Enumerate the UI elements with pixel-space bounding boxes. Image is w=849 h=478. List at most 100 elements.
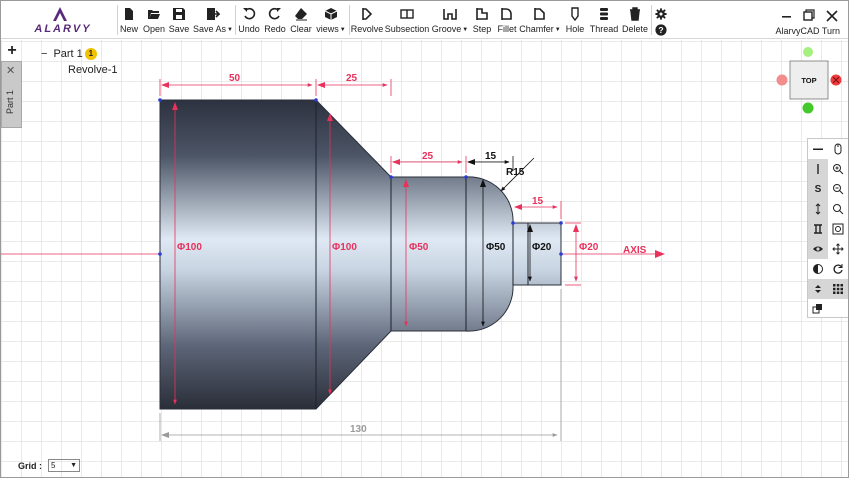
restore-icon[interactable]	[803, 9, 815, 21]
fillet-icon	[501, 8, 512, 20]
save-as-button[interactable]: Save As▼	[193, 5, 233, 37]
dim-length-25-mid-text: 25	[422, 151, 434, 162]
dim-dia-20-a-text: Φ20	[532, 242, 552, 253]
dim-radius-text: R15	[506, 167, 525, 178]
step-icon	[476, 8, 488, 20]
eye-icon	[813, 246, 823, 252]
s-icon: S	[814, 183, 822, 195]
rotate-button[interactable]	[828, 259, 848, 279]
drawing-canvas[interactable]: AXIS 50 25 25 15 R15 15 130 Φ100 Φ100 Φ5…	[1, 40, 849, 478]
undo-button[interactable]: Undo	[238, 5, 260, 37]
window-controls	[782, 9, 838, 22]
i-beam-icon	[814, 224, 822, 234]
zoom-window-icon	[833, 204, 844, 215]
svg-text:?: ?	[658, 25, 663, 35]
zoom-out-icon	[833, 184, 844, 195]
main-toolbar: ALARVY New Open Save Save As▼ Undo Redo	[1, 1, 848, 39]
gear-icon[interactable]	[655, 8, 667, 20]
zoom-fit-button[interactable]	[828, 219, 848, 239]
feature-tree: − Part 1 1 Revolve-1	[41, 48, 118, 76]
svg-text:ALARVY: ALARVY	[33, 23, 91, 35]
view-tools-panel: S	[807, 138, 848, 319]
save-icon	[173, 8, 185, 20]
save-as-icon	[207, 8, 220, 20]
groove-button[interactable]: Groove▼	[432, 5, 468, 37]
line-tool-button[interactable]	[808, 159, 828, 179]
tree-root-label: Part 1	[53, 48, 83, 60]
rotate-icon	[833, 264, 843, 274]
redo-button[interactable]: Redo	[264, 5, 286, 37]
updown-button[interactable]	[808, 279, 828, 299]
s-tool-button[interactable]: S	[808, 179, 828, 199]
views-button[interactable]: views▼	[316, 5, 346, 37]
view-left-button[interactable]	[776, 74, 788, 86]
grid-label: Grid :	[18, 460, 42, 471]
pipe-icon	[817, 164, 819, 174]
groove-icon	[443, 9, 457, 20]
thread-icon	[600, 8, 608, 20]
view-cube[interactable]: TOP	[776, 43, 846, 119]
view-down-button[interactable]	[802, 102, 814, 114]
view-up-button[interactable]	[803, 47, 813, 57]
close-icon[interactable]	[826, 10, 838, 22]
zoom-in-button[interactable]	[828, 159, 848, 179]
visibility-button[interactable]	[808, 239, 828, 259]
chevron-down-icon: ▼	[70, 462, 77, 469]
dim-dia-20-b-text: Φ20	[579, 242, 599, 253]
save-button[interactable]: Save	[169, 5, 189, 37]
grid-size-select[interactable]: 5 ▼	[48, 459, 80, 472]
grid-toggle-button[interactable]	[828, 279, 848, 299]
view-cube-label: TOP	[801, 76, 816, 85]
clear-button[interactable]: Clear	[290, 5, 312, 37]
dim-length-15-fillet-text: 15	[485, 151, 497, 162]
chamfer-icon	[534, 8, 545, 20]
step-button[interactable]: Step	[472, 5, 492, 37]
mouse-icon	[834, 143, 842, 155]
feature-count-badge: 1	[84, 48, 97, 60]
collapse-panel-button[interactable]	[808, 139, 828, 159]
zoom-window-button[interactable]	[828, 199, 848, 219]
new-file-icon	[125, 8, 133, 20]
add-tab-button[interactable]: +	[3, 42, 21, 60]
contrast-icon	[813, 264, 823, 274]
revolve-icon	[362, 8, 373, 20]
hole-button[interactable]: Hole	[565, 5, 585, 37]
updown-icon	[815, 285, 821, 293]
app-window: AXIS 50 25 25 15 R15 15 130 Φ100 Φ100 Φ5…	[0, 0, 849, 478]
app-title: AlarvyCAD Turn	[775, 26, 840, 36]
ibeam-tool-button[interactable]	[808, 219, 828, 239]
dim-length-overall-text: 130	[350, 424, 367, 435]
fillet-button[interactable]: Fillet	[497, 5, 517, 37]
help-icon[interactable]: ?	[655, 24, 667, 36]
chamfer-button[interactable]: Chamfer▼	[519, 5, 561, 37]
tree-root-item[interactable]: − Part 1 1	[41, 48, 118, 60]
new-button[interactable]: New	[120, 5, 138, 37]
dim-dia-100-b-text: Φ100	[332, 242, 357, 253]
grid-icon	[833, 284, 843, 294]
revolve-button[interactable]: Revolve	[351, 5, 383, 37]
dim-dia-50-a-text: Φ50	[409, 242, 429, 253]
collapse-icon[interactable]: −	[41, 48, 47, 60]
trash-icon	[630, 7, 640, 21]
shading-button[interactable]	[808, 259, 828, 279]
eraser-icon	[295, 8, 307, 21]
folder-open-icon	[148, 10, 160, 19]
axis-label: AXIS	[623, 245, 647, 256]
copy-view-button[interactable]	[808, 299, 828, 319]
delete-button[interactable]: Delete	[622, 5, 648, 37]
thread-button[interactable]: Thread	[590, 5, 618, 37]
zoom-out-button[interactable]	[828, 179, 848, 199]
pan-button[interactable]	[828, 239, 848, 259]
minimize-icon[interactable]	[782, 16, 791, 18]
part-side-tab[interactable]: ✕ Part 1	[1, 61, 22, 128]
dim-length-15-pin-text: 15	[532, 196, 544, 207]
subsection-button[interactable]: Subsection	[385, 5, 429, 37]
close-tab-icon[interactable]: ✕	[6, 64, 15, 77]
tree-item-revolve[interactable]: Revolve-1	[68, 64, 118, 76]
open-button[interactable]: Open	[143, 5, 165, 37]
mouse-mode-button[interactable]	[828, 139, 848, 159]
vertical-tool-button[interactable]	[808, 199, 828, 219]
subsection-icon	[400, 9, 414, 19]
minus-icon	[813, 148, 823, 150]
vertical-arrow-icon	[815, 203, 821, 215]
